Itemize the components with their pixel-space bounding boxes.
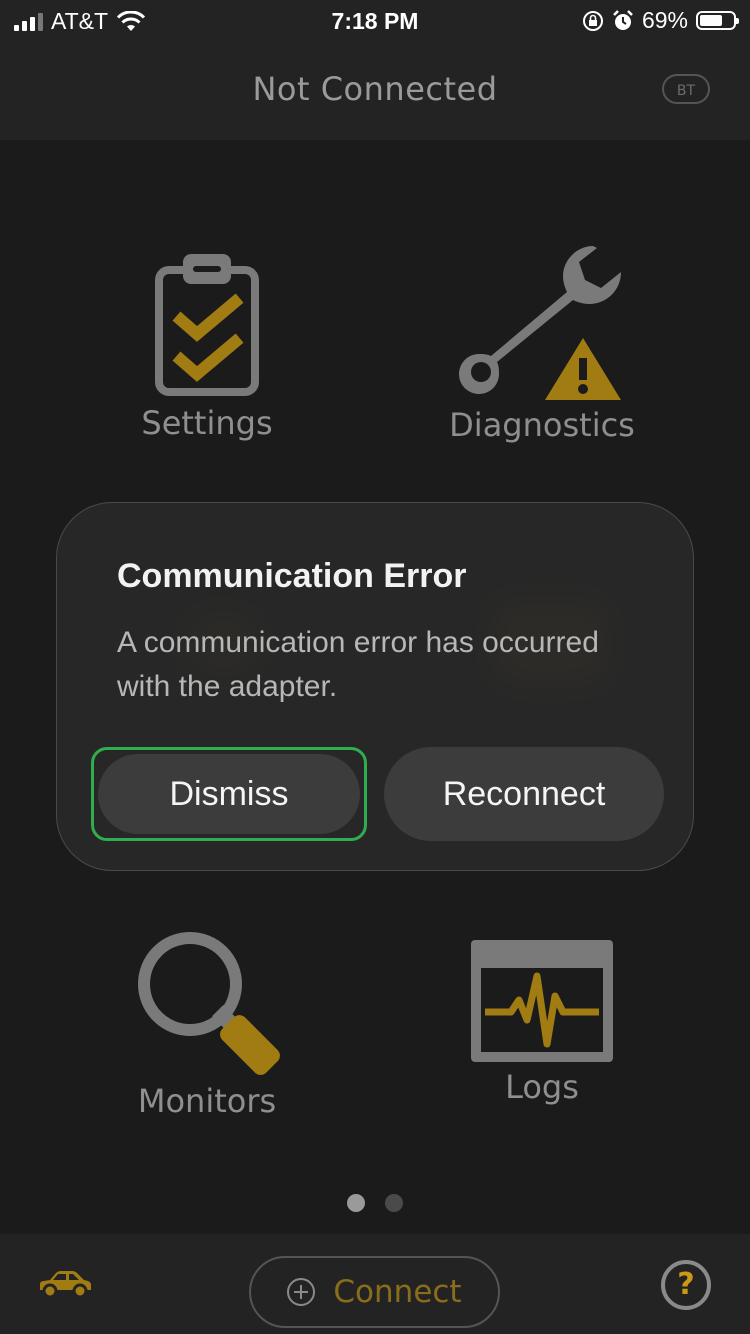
header: Not Connected BT	[0, 42, 750, 140]
tile-diagnostics-label: Diagnostics	[449, 406, 635, 444]
communication-error-dialog: Communication Error A communication erro…	[56, 502, 694, 871]
status-bar: AT&T 7:18 PM 69%	[0, 0, 750, 42]
dismiss-button[interactable]: Dismiss	[91, 747, 367, 841]
app-screen: AT&T 7:18 PM 69% Not Connected BT Settin…	[0, 0, 750, 1334]
magnifier-icon	[138, 932, 280, 1075]
connect-button-label: Connect	[333, 1274, 462, 1310]
clipboard-check-icon	[155, 254, 259, 396]
tile-settings[interactable]: Settings	[77, 248, 337, 442]
bt-badge[interactable]: BT	[662, 74, 710, 104]
waveform-monitor-icon	[471, 940, 613, 1062]
dismiss-button-label: Dismiss	[98, 754, 360, 834]
page-title: Not Connected	[252, 70, 498, 108]
tile-diagnostics[interactable]: Diagnostics	[412, 244, 672, 444]
dialog-message: A communication error has occurred with …	[117, 626, 599, 703]
tile-logs[interactable]: Logs	[412, 940, 672, 1106]
tile-monitors-label: Monitors	[137, 1082, 277, 1120]
wrench-warning-icon	[459, 246, 621, 400]
reconnect-button[interactable]: Reconnect	[384, 747, 664, 841]
status-right: 69%	[582, 7, 739, 34]
dialog-title: Communication Error	[117, 557, 467, 595]
tile-settings-label: Settings	[141, 404, 273, 442]
alarm-icon	[613, 9, 633, 30]
battery-icon	[696, 11, 739, 30]
orientation-lock-icon	[582, 10, 603, 31]
car-icon[interactable]	[36, 1270, 92, 1300]
tile-monitors[interactable]: Monitors	[77, 926, 337, 1120]
battery-percent: 69%	[641, 7, 688, 33]
connect-button[interactable]: Connect	[249, 1256, 500, 1328]
page-indicator	[0, 1194, 750, 1212]
page-dot-2[interactable]	[385, 1194, 403, 1212]
tile-logs-label: Logs	[505, 1068, 579, 1106]
help-icon[interactable]: ?	[661, 1260, 711, 1310]
plus-circle-icon	[287, 1278, 316, 1306]
page-dot-1[interactable]	[347, 1194, 365, 1212]
bottom-bar: Connect ?	[0, 1234, 750, 1334]
